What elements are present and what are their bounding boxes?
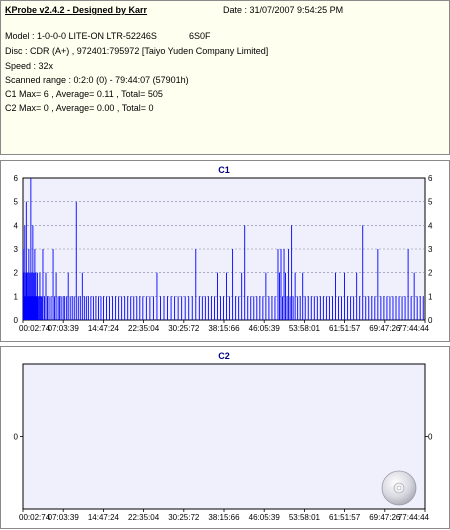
y-tick-label-right: 3 (428, 245, 433, 254)
firmware-label: 6S0F (189, 31, 211, 41)
x-tick-label: 14:47:24 (88, 324, 120, 333)
disc-line: Disc : CDR (A+) , 972401:795972 [Taiyo Y… (5, 46, 269, 56)
x-tick-label: 61:51:57 (329, 324, 361, 333)
y-tick-label: 2 (14, 269, 19, 278)
model-line: Model : 1-0-0-0 LITE-ON LTR-52246S (5, 31, 157, 41)
c1-stats-line: C1 Max= 6 , Average= 0.11 , Total= 505 (5, 89, 163, 99)
app-title: KProbe v2.4.2 - Designed by Karr (5, 5, 148, 15)
y-tick-label: 5 (14, 198, 19, 207)
x-tick-label: 77:44:44 (398, 513, 430, 522)
chart-title: C2 (218, 351, 230, 361)
y-tick-label: 1 (14, 292, 19, 301)
x-tick-label: 30:25:72 (168, 513, 200, 522)
x-tick-label: 53:58:01 (289, 513, 321, 522)
x-tick-label: 61:51:57 (329, 513, 361, 522)
y-tick-label-right: 1 (428, 292, 433, 301)
chart-title: C1 (218, 165, 230, 175)
x-tick-label: 69:47:26 (369, 513, 401, 522)
c1-chart: C10 01 12 23 34 45 56 600:02:7407:03:39 14:47:24… (14, 165, 433, 333)
x-tick-label: 14:47:24 (88, 513, 120, 522)
x-tick-label: 69:47:26 (369, 324, 401, 333)
info-panel: KProbe v2.4.2 - Designed by Karr Date : … (0, 0, 450, 155)
y-tick-label: 0 (14, 316, 19, 325)
y-tick-label-right: 2 (428, 269, 433, 278)
scan-date: Date : 31/07/2007 9:54:25 PM (223, 5, 344, 15)
y-tick-label-right: 0 (428, 433, 433, 442)
x-tick-label: 07:03:39 (48, 513, 80, 522)
x-tick-label: 38:15:66 (208, 513, 240, 522)
y-tick-label: 3 (14, 245, 19, 254)
x-tick-label: 53:58:01 (289, 324, 321, 333)
x-tick-label: 07:03:39 (48, 324, 80, 333)
y-tick-label-right: 4 (428, 221, 433, 230)
speed-line: Speed : 32x (5, 61, 54, 71)
y-tick-label: 6 (14, 174, 19, 183)
x-tick-label: 30:25:72 (168, 324, 200, 333)
x-tick-label: 22:35:04 (128, 324, 160, 333)
x-tick-label: 46:05:39 (249, 513, 281, 522)
y-tick-label: 0 (14, 433, 19, 442)
disc-icon (381, 470, 417, 506)
c1-chart-panel: C1 0 0 1 1 2 2 3 3 4 4 5 5 6 6 00:02:74 07:03:39 14:47:24… (0, 160, 450, 342)
x-tick-label: 77:44:44 (398, 324, 430, 333)
y-tick-label: 4 (14, 221, 19, 230)
plot-area (22, 363, 426, 510)
x-tick-label: 46:05:39 (249, 324, 281, 333)
y-tick-label-right: 5 (428, 198, 433, 207)
x-tick-label: 00:02:74 (19, 324, 51, 333)
x-tick-label: 22:35:04 (128, 513, 160, 522)
c2-stats-line: C2 Max= 0 , Average= 0.00 , Total= 0 (5, 103, 154, 113)
x-tick-label: 00:02:74 (19, 513, 51, 522)
range-line: Scanned range : 0:2:0 (0) - 79:44:07 (57… (5, 75, 189, 85)
y-tick-label-right: 6 (428, 174, 433, 183)
x-tick-label: 38:15:66 (208, 324, 240, 333)
